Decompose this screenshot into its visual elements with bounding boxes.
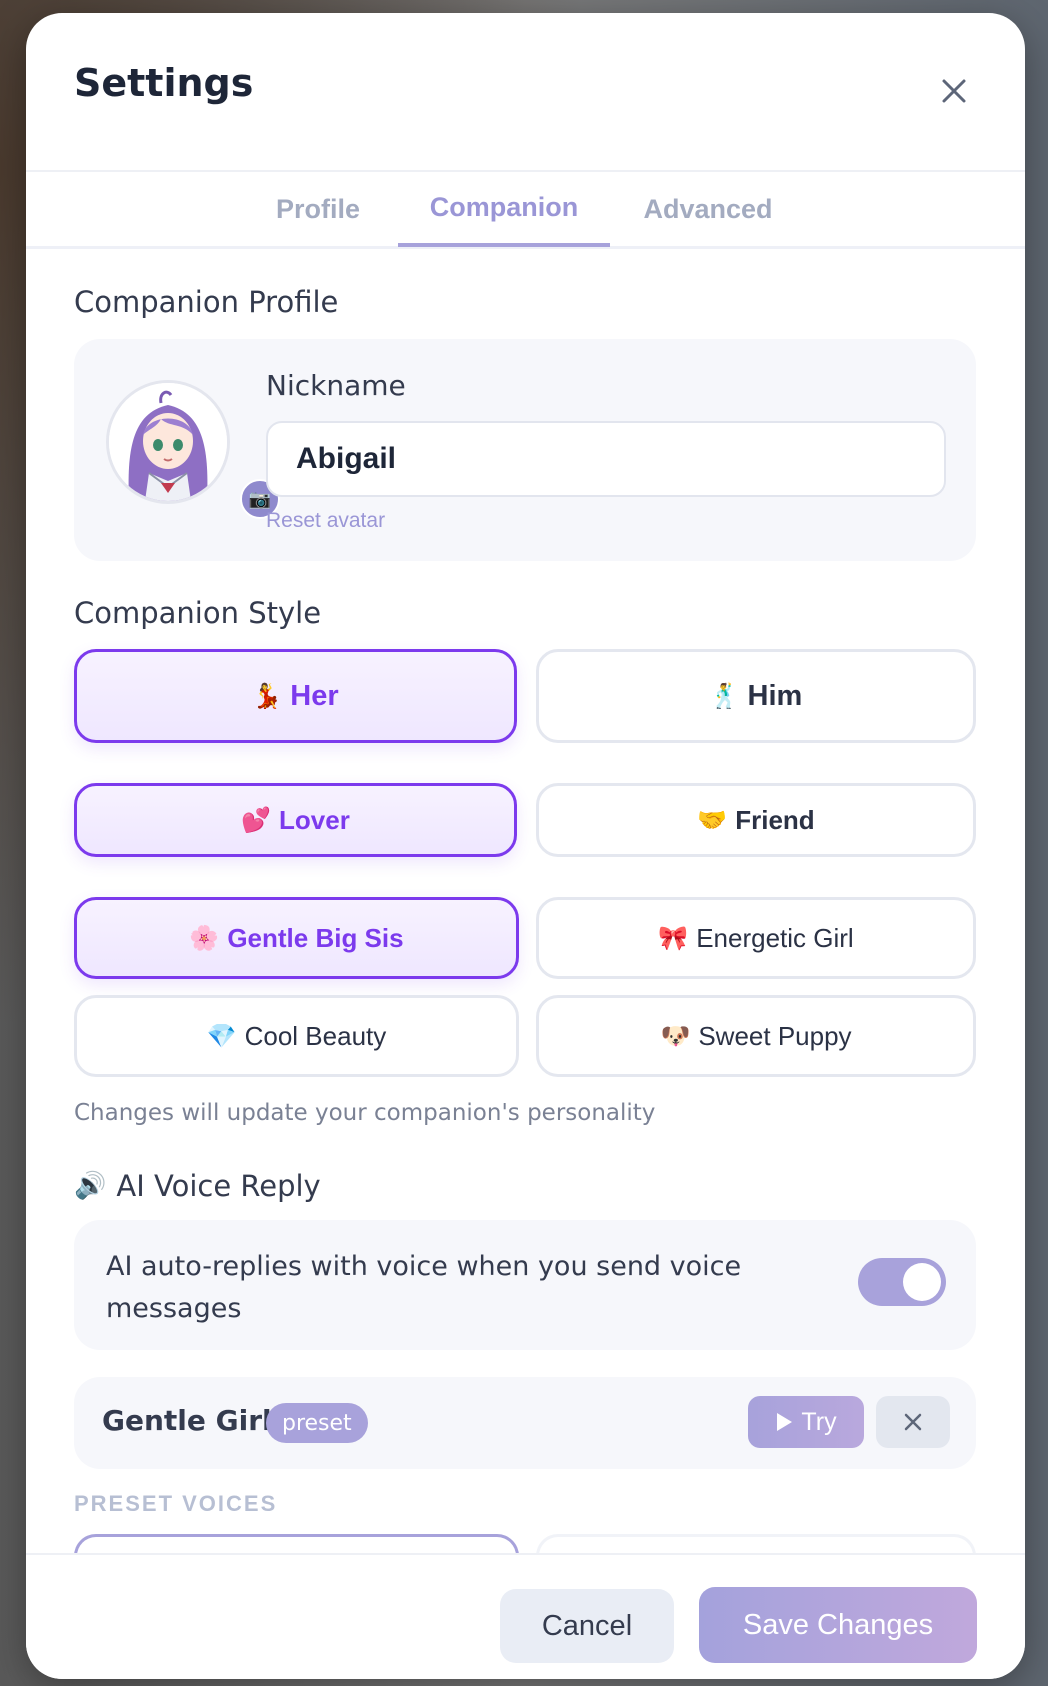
dog-face-icon: 🐶 — [660, 1022, 691, 1050]
try-voice-button[interactable]: Try — [748, 1396, 864, 1448]
auto-reply-toggle[interactable] — [858, 1258, 946, 1306]
try-label: Try — [801, 1407, 837, 1436]
dancer-icon: 💃 — [252, 682, 283, 710]
nickname-input[interactable]: Abigail — [266, 421, 946, 497]
toggle-knob — [903, 1263, 941, 1301]
reset-avatar-link[interactable]: Reset avatar — [266, 509, 385, 533]
save-changes-button[interactable]: Save Changes — [699, 1587, 977, 1663]
style-option-label: Her — [290, 679, 339, 712]
style-hint: Changes will update your companion's per… — [74, 1100, 656, 1126]
companion-profile-title: Companion Profile — [74, 285, 339, 319]
style-option-label: Sweet Puppy — [698, 1020, 852, 1051]
modal-title: Settings — [74, 61, 254, 105]
ai-voice-reply-title: 🔊 AI Voice Reply — [74, 1169, 321, 1203]
cherry-blossom-icon: 🌸 — [189, 924, 220, 952]
gem-icon: 💎 — [206, 1022, 237, 1050]
companion-profile-card: 📷 Nickname Abigail Reset avatar — [74, 339, 976, 561]
preset-badge: preset — [266, 1403, 368, 1443]
style-option-him[interactable]: 🕺 Him — [536, 649, 976, 743]
companion-style-title: Companion Style — [74, 596, 322, 630]
style-option-label: Him — [747, 679, 803, 712]
close-button[interactable] — [932, 69, 976, 113]
nickname-label: Nickname — [266, 369, 406, 402]
tab-companion[interactable]: Companion — [398, 172, 610, 247]
remove-voice-button[interactable] — [876, 1396, 950, 1448]
close-icon — [942, 79, 966, 103]
anime-avatar-image — [109, 383, 227, 501]
speaker-icon: 🔊 — [74, 1171, 107, 1201]
current-voice-card: Gentle Girl preset Try — [74, 1377, 976, 1469]
style-option-friend[interactable]: 🤝 Friend — [536, 783, 976, 857]
voice-auto-reply-card: AI auto-replies with voice when you send… — [74, 1220, 976, 1350]
man-dancing-icon: 🕺 — [709, 682, 740, 710]
style-option-energetic-girl[interactable]: 🎀 Energetic Girl — [536, 897, 976, 979]
current-voice-name: Gentle Girl — [102, 1404, 272, 1437]
avatar[interactable] — [106, 380, 230, 504]
settings-modal: Settings Profile Companion Advanced Comp… — [26, 13, 1025, 1679]
style-option-label: Lover — [279, 804, 350, 835]
style-option-lover[interactable]: 💕 Lover — [74, 783, 517, 857]
style-option-cool-beauty[interactable]: 💎 Cool Beauty — [74, 995, 519, 1077]
style-option-sweet-puppy[interactable]: 🐶 Sweet Puppy — [536, 995, 976, 1077]
style-option-label: Cool Beauty — [244, 1020, 387, 1051]
preset-voices-label: PRESET VOICES — [74, 1491, 278, 1516]
style-option-label: Friend — [735, 804, 815, 835]
style-option-her[interactable]: 💃 Her — [74, 649, 517, 743]
ai-voice-reply-label: AI Voice Reply — [116, 1169, 321, 1203]
modal-header: Settings — [26, 13, 1025, 172]
tab-advanced[interactable]: Advanced — [628, 172, 788, 246]
style-option-label: Energetic Girl — [696, 922, 854, 953]
style-option-gentle-big-sis[interactable]: 🌸 Gentle Big Sis — [74, 897, 519, 979]
ribbon-icon: 🎀 — [658, 924, 689, 952]
close-icon — [904, 1413, 922, 1431]
auto-reply-description: AI auto-replies with voice when you send… — [106, 1251, 742, 1324]
two-hearts-icon: 💕 — [241, 806, 272, 834]
cancel-button[interactable]: Cancel — [500, 1589, 674, 1663]
play-icon — [777, 1413, 793, 1431]
tab-profile[interactable]: Profile — [254, 172, 382, 246]
tab-bar: Profile Companion Advanced — [26, 172, 1025, 249]
handshake-icon: 🤝 — [697, 806, 728, 834]
modal-footer: Cancel Save Changes — [26, 1553, 1025, 1679]
style-option-label: Gentle Big Sis — [227, 922, 404, 953]
